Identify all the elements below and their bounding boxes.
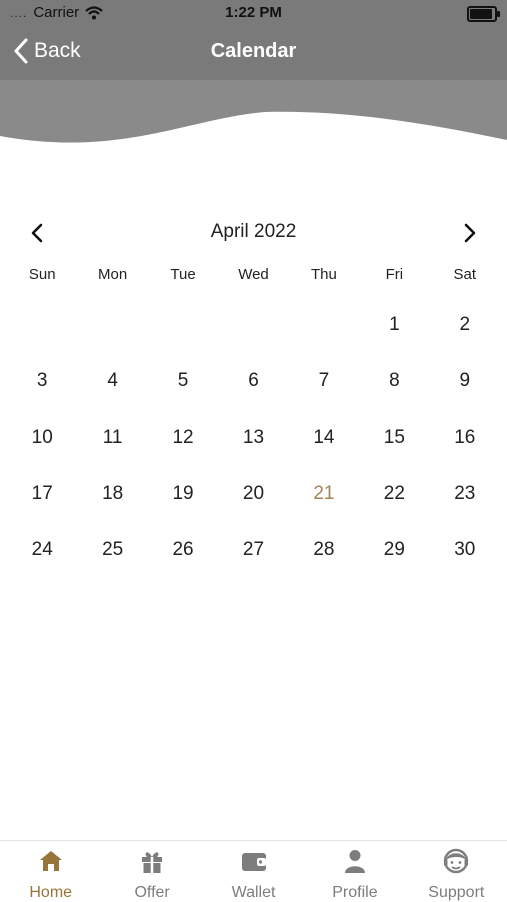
day-cell[interactable]: 19 [148,466,218,522]
day-cell[interactable]: 5 [148,353,218,409]
day-cell[interactable]: 17 [7,466,77,522]
weekday-label: Sun [28,266,56,283]
battery-icon [467,6,500,22]
weekday-label: Fri [385,266,404,283]
day-cell[interactable]: 28 [289,522,359,578]
day-cell[interactable]: 4 [77,353,147,409]
day-cell[interactable]: 8 [359,353,429,409]
day-cell[interactable]: 22 [359,466,429,522]
day-cell[interactable]: 29 [359,522,429,578]
tab-label: Wallet [231,884,276,901]
support-icon [442,847,470,880]
day-cell[interactable]: 14 [289,410,359,466]
day-cell[interactable]: 6 [218,353,288,409]
day-cell[interactable]: 26 [148,522,218,578]
weekday-label: Tue [170,266,196,283]
header-bar: .... Carrier 1:22 PM Back Calendar [0,0,507,80]
wallet-icon [240,847,268,880]
page-title: Calendar [210,40,297,62]
battery-fill [470,9,492,19]
day-cell[interactable]: 20 [218,466,288,522]
next-month-button[interactable] [457,221,481,245]
empty-day-cell [77,297,147,353]
day-cell[interactable]: 27 [218,522,288,578]
status-bar: .... Carrier 1:22 PM [0,0,507,26]
tab-offer[interactable]: Offer [101,841,202,901]
day-cell[interactable]: 18 [77,466,147,522]
tab-profile[interactable]: Profile [304,841,405,901]
weekday-label: Sat [453,266,477,283]
tab-label: Offer [134,884,170,901]
home-icon [37,847,65,880]
tab-wallet[interactable]: Wallet [203,841,304,901]
day-cell[interactable]: 7 [289,353,359,409]
day-cell[interactable]: 24 [7,522,77,578]
day-cell[interactable]: 30 [430,522,500,578]
day-cell[interactable]: 1 [359,297,429,353]
weekday-label: Mon [98,266,128,283]
day-cell[interactable]: 25 [77,522,147,578]
day-cell[interactable]: 3 [7,353,77,409]
weekday-label: Thu [310,266,337,283]
bottom-tab-bar: Home Offer Wallet Profile Support [0,840,507,901]
empty-day-cell [148,297,218,353]
tab-label: Support [428,884,485,901]
calendar-days-grid: 1 2 3 4 5 6 7 8 9 10 11 12 13 14 15 16 17 18 19 20 21 22 23 24 2… [7,297,500,578]
empty-day-cell [7,297,77,353]
tab-label: Home [29,884,73,901]
tab-label: Profile [332,884,378,901]
day-cell[interactable]: 2 [430,297,500,353]
gift-icon [138,847,166,880]
day-cell[interactable]: 23 [430,466,500,522]
profile-icon [341,847,369,880]
header-wave-decoration [0,78,507,143]
weekday-label: Wed [238,266,269,283]
day-cell[interactable]: 13 [218,410,288,466]
day-cell[interactable]: 10 [7,410,77,466]
empty-day-cell [218,297,288,353]
day-cell[interactable]: 16 [430,410,500,466]
empty-day-cell [289,297,359,353]
weekday-header-row: Sun Mon Tue Wed Thu Fri Sat [7,266,500,283]
day-cell-today[interactable]: 21 [289,466,359,522]
tab-home[interactable]: Home [0,841,101,901]
day-cell[interactable]: 15 [359,410,429,466]
status-time: 1:22 PM [225,4,282,21]
tab-support[interactable]: Support [406,841,507,901]
month-label: April 2022 [210,221,297,242]
calendar-header: April 2022 [0,215,507,251]
nav-bar: Back Calendar [0,34,507,72]
day-cell[interactable]: 12 [148,410,218,466]
day-cell[interactable]: 11 [77,410,147,466]
day-cell[interactable]: 9 [430,353,500,409]
